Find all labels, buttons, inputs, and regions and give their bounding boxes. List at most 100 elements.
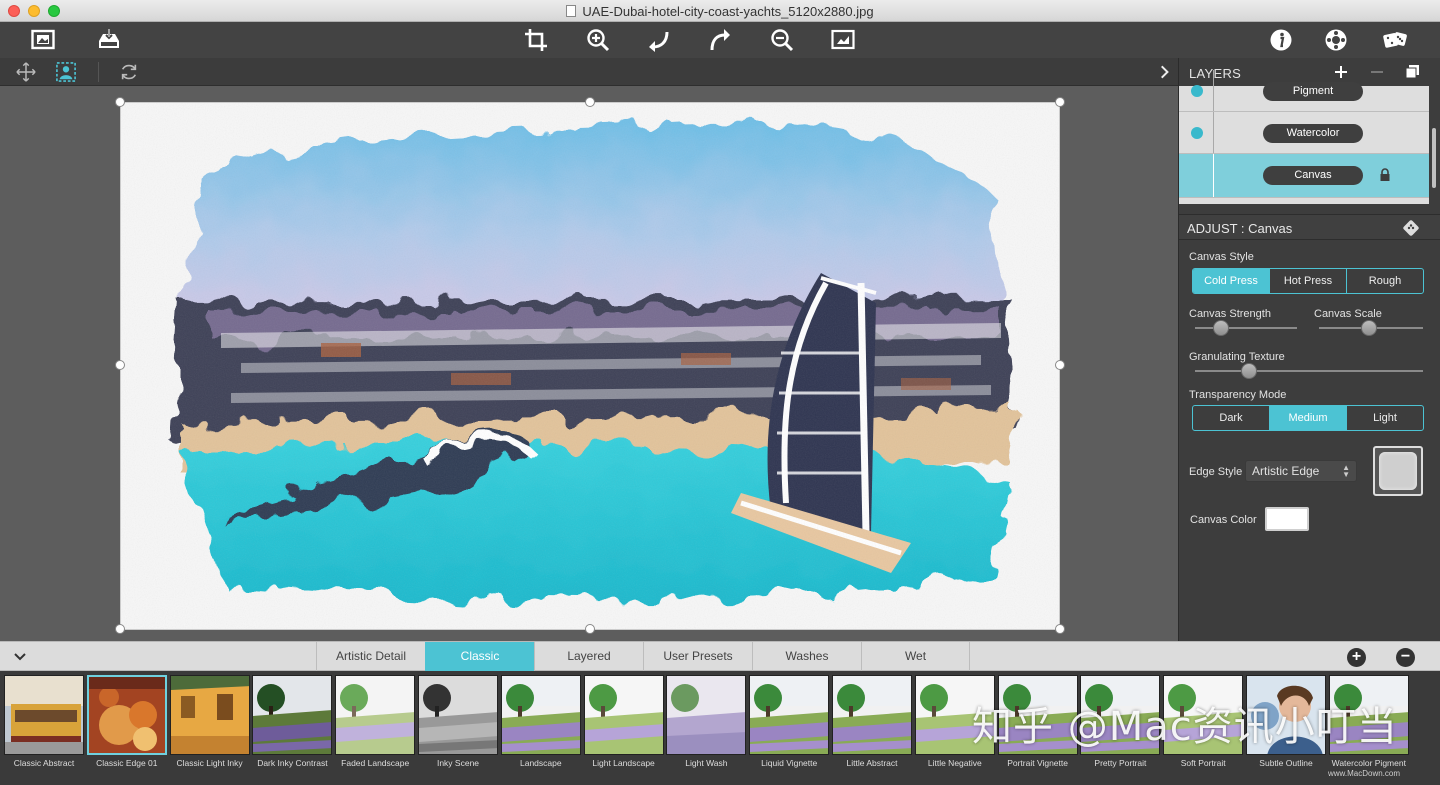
preset-item[interactable]: Classic Edge 01 [86, 675, 167, 785]
layer-name[interactable]: Canvas [1263, 166, 1363, 185]
preset-item[interactable]: Little Abstract [832, 675, 912, 785]
refresh-icon[interactable] [118, 61, 140, 83]
resize-handle-top[interactable] [585, 97, 595, 107]
layer-visibility-icon[interactable] [1191, 85, 1203, 97]
tab-washes[interactable]: Washes [752, 642, 861, 671]
select-arrows-icon: ▲ ▼ [1342, 463, 1350, 479]
preset-item[interactable]: Classic Light Inky [169, 675, 250, 785]
preset-name: Watercolor Pigment [1331, 758, 1406, 768]
resize-handle-left[interactable] [115, 360, 125, 370]
tab-wet[interactable]: Wet [861, 642, 970, 671]
preset-item[interactable]: Dark Inky Contrast [252, 675, 333, 785]
preset-item[interactable]: Light Landscape [583, 675, 664, 785]
preset-item[interactable]: Liquid Vignette [749, 675, 830, 785]
canvas-strength-slider[interactable] [1195, 320, 1297, 336]
tab-layered[interactable]: Layered [534, 642, 643, 671]
preset-thumbnail[interactable] [418, 675, 498, 755]
tab-artistic-detail[interactable]: Artistic Detail [316, 642, 425, 671]
scroll-thumb[interactable] [1432, 128, 1436, 188]
preset-item[interactable]: Inky Scene [418, 675, 498, 785]
canvas-style-hot-press[interactable]: Hot Press [1270, 269, 1347, 293]
preset-item[interactable]: Faded Landscape [335, 675, 416, 785]
add-preset-button[interactable]: + [1347, 648, 1366, 667]
tab-user-presets[interactable]: User Presets [643, 642, 752, 671]
preset-thumbnail[interactable] [86, 675, 167, 755]
open-image-icon[interactable] [29, 27, 57, 53]
adjust-header: ADJUST : Canvas [1179, 214, 1440, 240]
layer-divider [1213, 112, 1214, 153]
preset-item[interactable]: Light Wash [666, 675, 747, 785]
edge-style-label: Edge Style [1189, 466, 1243, 478]
layers-list: Pigment Watercolor Canvas [1179, 70, 1429, 204]
edge-style-preview[interactable] [1373, 446, 1423, 496]
right-panel: LAYERS Pigment Watercolor Canvas ADJUST … [1178, 58, 1440, 641]
preset-item[interactable]: Landscape [500, 675, 581, 785]
preset-item[interactable]: Classic Abstract [4, 675, 84, 785]
canvas-style-cold-press[interactable]: Cold Press [1193, 269, 1270, 293]
layer-name[interactable]: Watercolor [1263, 124, 1363, 143]
slider-knob[interactable] [1241, 363, 1257, 379]
slider-track [1195, 327, 1297, 329]
granulating-texture-slider[interactable] [1195, 363, 1423, 379]
canvas-area[interactable] [0, 86, 1178, 641]
canvas-color-well[interactable] [1265, 507, 1309, 531]
toolbar-separator [98, 62, 99, 82]
remove-preset-button[interactable]: − [1396, 648, 1415, 667]
layer-divider [1213, 70, 1214, 111]
preset-thumbnail[interactable] [583, 675, 664, 755]
layers-scrollbar[interactable] [1430, 88, 1438, 202]
crop-icon[interactable] [522, 27, 550, 53]
fit-image-icon[interactable] [829, 27, 857, 53]
preset-thumbnail[interactable] [169, 675, 250, 755]
artwork-image[interactable] [120, 102, 1060, 630]
window-title-text: UAE-Dubai-hotel-city-coast-yachts_5120x2… [582, 4, 874, 19]
transparency-dark[interactable]: Dark [1193, 406, 1270, 430]
preset-thumbnail[interactable] [832, 675, 912, 755]
canvas-style-rough[interactable]: Rough [1347, 269, 1423, 293]
resize-handle-bottom[interactable] [585, 624, 595, 634]
adjust-body: Canvas Style Cold Press Hot Press Rough … [1179, 240, 1440, 641]
layer-divider [1213, 154, 1214, 197]
preset-thumbnail[interactable] [666, 675, 747, 755]
resize-handle-top-left[interactable] [115, 97, 125, 107]
slider-knob[interactable] [1361, 320, 1377, 336]
zoom-in-icon[interactable] [584, 27, 612, 53]
preset-thumbnail[interactable] [749, 675, 830, 755]
edge-style-select[interactable]: Artistic Edge ▲ ▼ [1245, 460, 1357, 482]
layer-row-canvas[interactable]: Canvas [1179, 154, 1429, 198]
select-person-icon[interactable] [55, 61, 77, 83]
layer-name[interactable]: Pigment [1263, 82, 1363, 101]
chevron-down-icon[interactable] [12, 649, 28, 665]
preset-thumbnail[interactable] [500, 675, 581, 755]
slider-knob[interactable] [1213, 320, 1229, 336]
settings-icon[interactable] [1322, 27, 1350, 53]
save-icon[interactable] [95, 27, 123, 53]
layer-visibility-icon[interactable] [1191, 127, 1203, 139]
rotate-right-icon[interactable] [706, 27, 734, 53]
preset-thumbnail[interactable] [4, 675, 84, 755]
resize-handle-right[interactable] [1055, 360, 1065, 370]
tab-classic[interactable]: Classic [425, 642, 534, 671]
slider-track [1195, 370, 1423, 372]
preset-name: Faded Landscape [341, 758, 410, 768]
rotate-left-icon[interactable] [645, 27, 673, 53]
preset-thumbnail[interactable] [252, 675, 333, 755]
resize-handle-bottom-right[interactable] [1055, 624, 1065, 634]
layer-row-watercolor[interactable]: Watercolor [1179, 112, 1429, 154]
transparency-medium[interactable]: Medium [1270, 406, 1347, 430]
layer-row-pigment[interactable]: Pigment [1179, 70, 1429, 112]
preset-name: Little Negative [927, 758, 982, 768]
preset-name: Light Landscape [592, 758, 655, 768]
info-icon[interactable] [1267, 27, 1295, 53]
canvas-scale-slider[interactable] [1319, 320, 1423, 336]
preset-thumbnail[interactable] [335, 675, 416, 755]
dice-icon[interactable] [1381, 27, 1409, 53]
lock-icon[interactable] [1379, 168, 1391, 182]
transparency-light[interactable]: Light [1347, 406, 1423, 430]
zoom-out-icon[interactable] [768, 27, 796, 53]
move-icon[interactable] [15, 61, 37, 83]
resize-handle-bottom-left[interactable] [115, 624, 125, 634]
resize-handle-top-right[interactable] [1055, 97, 1065, 107]
chevron-right-icon[interactable] [1154, 61, 1176, 83]
randomize-icon[interactable] [1403, 220, 1419, 236]
